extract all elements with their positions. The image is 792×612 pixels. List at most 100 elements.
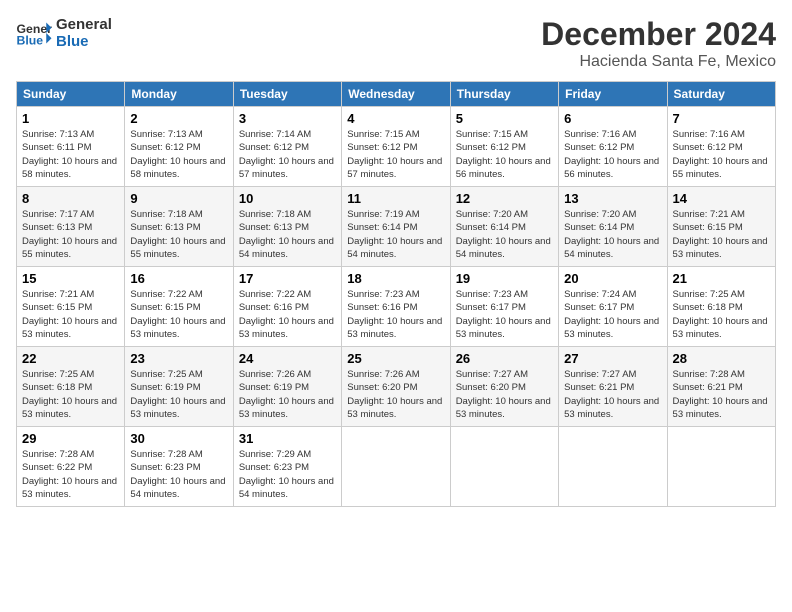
day-info: Sunrise: 7:18 AMSunset: 6:13 PMDaylight:…	[239, 208, 336, 261]
day-number: 28	[673, 351, 770, 366]
calendar-cell: 18Sunrise: 7:23 AMSunset: 6:16 PMDayligh…	[342, 267, 450, 347]
day-number: 26	[456, 351, 553, 366]
logo: General Blue General Blue	[16, 16, 112, 50]
day-number: 12	[456, 191, 553, 206]
calendar-cell: 28 Sunrise: 7:28 AMSunset: 6:21 PMDayligh…	[667, 347, 775, 427]
calendar-cell: 6 Sunrise: 7:16 AMSunset: 6:12 PMDaylight…	[559, 107, 667, 187]
calendar-cell: 3Sunrise: 7:14 AMSunset: 6:12 PMDaylight…	[233, 107, 341, 187]
calendar-cell: 22Sunrise: 7:25 AMSunset: 6:18 PMDayligh…	[17, 347, 125, 427]
calendar-cell: 16Sunrise: 7:22 AMSunset: 6:15 PMDayligh…	[125, 267, 233, 347]
day-info: Sunrise: 7:23 AMSunset: 6:17 PMDaylight:…	[456, 288, 553, 341]
calendar-cell: 11 Sunrise: 7:19 AMSunset: 6:14 PMDayligh…	[342, 187, 450, 267]
day-info: Sunrise: 7:26 AMSunset: 6:20 PMDaylight:…	[347, 368, 444, 421]
logo-icon: General Blue	[16, 19, 52, 47]
day-info: Sunrise: 7:15 AMSunset: 6:12 PMDaylight:…	[347, 128, 444, 181]
calendar-cell: 23 Sunrise: 7:25 AMSunset: 6:19 PMDayligh…	[125, 347, 233, 427]
day-number: 17	[239, 271, 336, 286]
day-number: 25	[347, 351, 444, 366]
calendar-header-wednesday: Wednesday	[342, 82, 450, 107]
calendar-cell: 14 Sunrise: 7:21 AMSunset: 6:15 PMDayligh…	[667, 187, 775, 267]
calendar-header-friday: Friday	[559, 82, 667, 107]
day-number: 29	[22, 431, 119, 446]
calendar-cell: 2Sunrise: 7:13 AMSunset: 6:12 PMDaylight…	[125, 107, 233, 187]
calendar-cell: 10 Sunrise: 7:18 AMSunset: 6:13 PMDayligh…	[233, 187, 341, 267]
day-number: 21	[673, 271, 770, 286]
calendar-week-3: 15 Sunrise: 7:21 AMSunset: 6:15 PMDayligh…	[17, 267, 776, 347]
day-number: 31	[239, 431, 336, 446]
day-info: Sunrise: 7:20 AMSunset: 6:14 PMDaylight:…	[456, 208, 553, 261]
calendar-week-4: 22Sunrise: 7:25 AMSunset: 6:18 PMDayligh…	[17, 347, 776, 427]
calendar-cell: 19 Sunrise: 7:23 AMSunset: 6:17 PMDayligh…	[450, 267, 558, 347]
day-number: 23	[130, 351, 227, 366]
calendar-cell: 15 Sunrise: 7:21 AMSunset: 6:15 PMDayligh…	[17, 267, 125, 347]
day-number: 8	[22, 191, 119, 206]
calendar-cell: 30 Sunrise: 7:28 AMSunset: 6:23 PMDayligh…	[125, 427, 233, 507]
svg-text:Blue: Blue	[17, 33, 44, 47]
calendar-cell: 26 Sunrise: 7:27 AMSunset: 6:20 PMDayligh…	[450, 347, 558, 427]
day-number: 6	[564, 111, 661, 126]
day-info: Sunrise: 7:21 AMSunset: 6:15 PMDaylight:…	[22, 288, 119, 341]
calendar-cell: 29 Sunrise: 7:28 AMSunset: 6:22 PMDayligh…	[17, 427, 125, 507]
calendar-week-5: 29 Sunrise: 7:28 AMSunset: 6:22 PMDayligh…	[17, 427, 776, 507]
calendar-header-thursday: Thursday	[450, 82, 558, 107]
day-info: Sunrise: 7:18 AMSunset: 6:13 PMDaylight:…	[130, 208, 227, 261]
day-number: 1	[22, 111, 119, 126]
day-info: Sunrise: 7:23 AMSunset: 6:16 PMDaylight:…	[347, 288, 444, 341]
day-info: Sunrise: 7:26 AMSunset: 6:19 PMDaylight:…	[239, 368, 336, 421]
day-info: Sunrise: 7:28 AMSunset: 6:23 PMDaylight:…	[130, 448, 227, 501]
calendar-header-sunday: Sunday	[17, 82, 125, 107]
day-number: 19	[456, 271, 553, 286]
title-area: December 2024 Hacienda Santa Fe, Mexico	[541, 16, 776, 71]
logo-text-line1: General	[56, 16, 112, 33]
day-info: Sunrise: 7:13 AMSunset: 6:11 PMDaylight:…	[22, 128, 119, 181]
day-info: Sunrise: 7:14 AMSunset: 6:12 PMDaylight:…	[239, 128, 336, 181]
month-title: December 2024	[541, 16, 776, 53]
day-info: Sunrise: 7:19 AMSunset: 6:14 PMDaylight:…	[347, 208, 444, 261]
calendar-cell: 9 Sunrise: 7:18 AMSunset: 6:13 PMDaylight…	[125, 187, 233, 267]
day-info: Sunrise: 7:16 AMSunset: 6:12 PMDaylight:…	[564, 128, 661, 181]
calendar-week-1: 1 Sunrise: 7:13 AMSunset: 6:11 PMDaylight…	[17, 107, 776, 187]
calendar: SundayMondayTuesdayWednesdayThursdayFrid…	[16, 81, 776, 507]
calendar-cell	[667, 427, 775, 507]
calendar-cell: 31 Sunrise: 7:29 AMSunset: 6:23 PMDayligh…	[233, 427, 341, 507]
day-info: Sunrise: 7:17 AMSunset: 6:13 PMDaylight:…	[22, 208, 119, 261]
day-number: 11	[347, 191, 444, 206]
calendar-cell	[450, 427, 558, 507]
day-number: 2	[130, 111, 227, 126]
day-info: Sunrise: 7:27 AMSunset: 6:20 PMDaylight:…	[456, 368, 553, 421]
day-number: 4	[347, 111, 444, 126]
day-info: Sunrise: 7:24 AMSunset: 6:17 PMDaylight:…	[564, 288, 661, 341]
calendar-cell: 24Sunrise: 7:26 AMSunset: 6:19 PMDayligh…	[233, 347, 341, 427]
day-info: Sunrise: 7:15 AMSunset: 6:12 PMDaylight:…	[456, 128, 553, 181]
calendar-cell: 8 Sunrise: 7:17 AMSunset: 6:13 PMDaylight…	[17, 187, 125, 267]
day-number: 27	[564, 351, 661, 366]
calendar-cell: 27 Sunrise: 7:27 AMSunset: 6:21 PMDayligh…	[559, 347, 667, 427]
calendar-header-saturday: Saturday	[667, 82, 775, 107]
day-info: Sunrise: 7:21 AMSunset: 6:15 PMDaylight:…	[673, 208, 770, 261]
calendar-week-2: 8 Sunrise: 7:17 AMSunset: 6:13 PMDaylight…	[17, 187, 776, 267]
calendar-cell: 1 Sunrise: 7:13 AMSunset: 6:11 PMDaylight…	[17, 107, 125, 187]
day-info: Sunrise: 7:16 AMSunset: 6:12 PMDaylight:…	[673, 128, 770, 181]
day-info: Sunrise: 7:20 AMSunset: 6:14 PMDaylight:…	[564, 208, 661, 261]
day-info: Sunrise: 7:25 AMSunset: 6:19 PMDaylight:…	[130, 368, 227, 421]
calendar-cell: 4 Sunrise: 7:15 AMSunset: 6:12 PMDaylight…	[342, 107, 450, 187]
day-number: 22	[22, 351, 119, 366]
day-number: 7	[673, 111, 770, 126]
day-number: 14	[673, 191, 770, 206]
day-number: 30	[130, 431, 227, 446]
day-info: Sunrise: 7:29 AMSunset: 6:23 PMDaylight:…	[239, 448, 336, 501]
calendar-header-row: SundayMondayTuesdayWednesdayThursdayFrid…	[17, 82, 776, 107]
day-info: Sunrise: 7:28 AMSunset: 6:22 PMDaylight:…	[22, 448, 119, 501]
calendar-cell: 21Sunrise: 7:25 AMSunset: 6:18 PMDayligh…	[667, 267, 775, 347]
day-number: 5	[456, 111, 553, 126]
day-info: Sunrise: 7:28 AMSunset: 6:21 PMDaylight:…	[673, 368, 770, 421]
day-info: Sunrise: 7:22 AMSunset: 6:15 PMDaylight:…	[130, 288, 227, 341]
day-info: Sunrise: 7:27 AMSunset: 6:21 PMDaylight:…	[564, 368, 661, 421]
header: General Blue General Blue December 2024 …	[16, 16, 776, 71]
day-number: 9	[130, 191, 227, 206]
location-title: Hacienda Santa Fe, Mexico	[541, 53, 776, 71]
calendar-cell: 13Sunrise: 7:20 AMSunset: 6:14 PMDayligh…	[559, 187, 667, 267]
day-number: 10	[239, 191, 336, 206]
day-number: 15	[22, 271, 119, 286]
day-number: 20	[564, 271, 661, 286]
